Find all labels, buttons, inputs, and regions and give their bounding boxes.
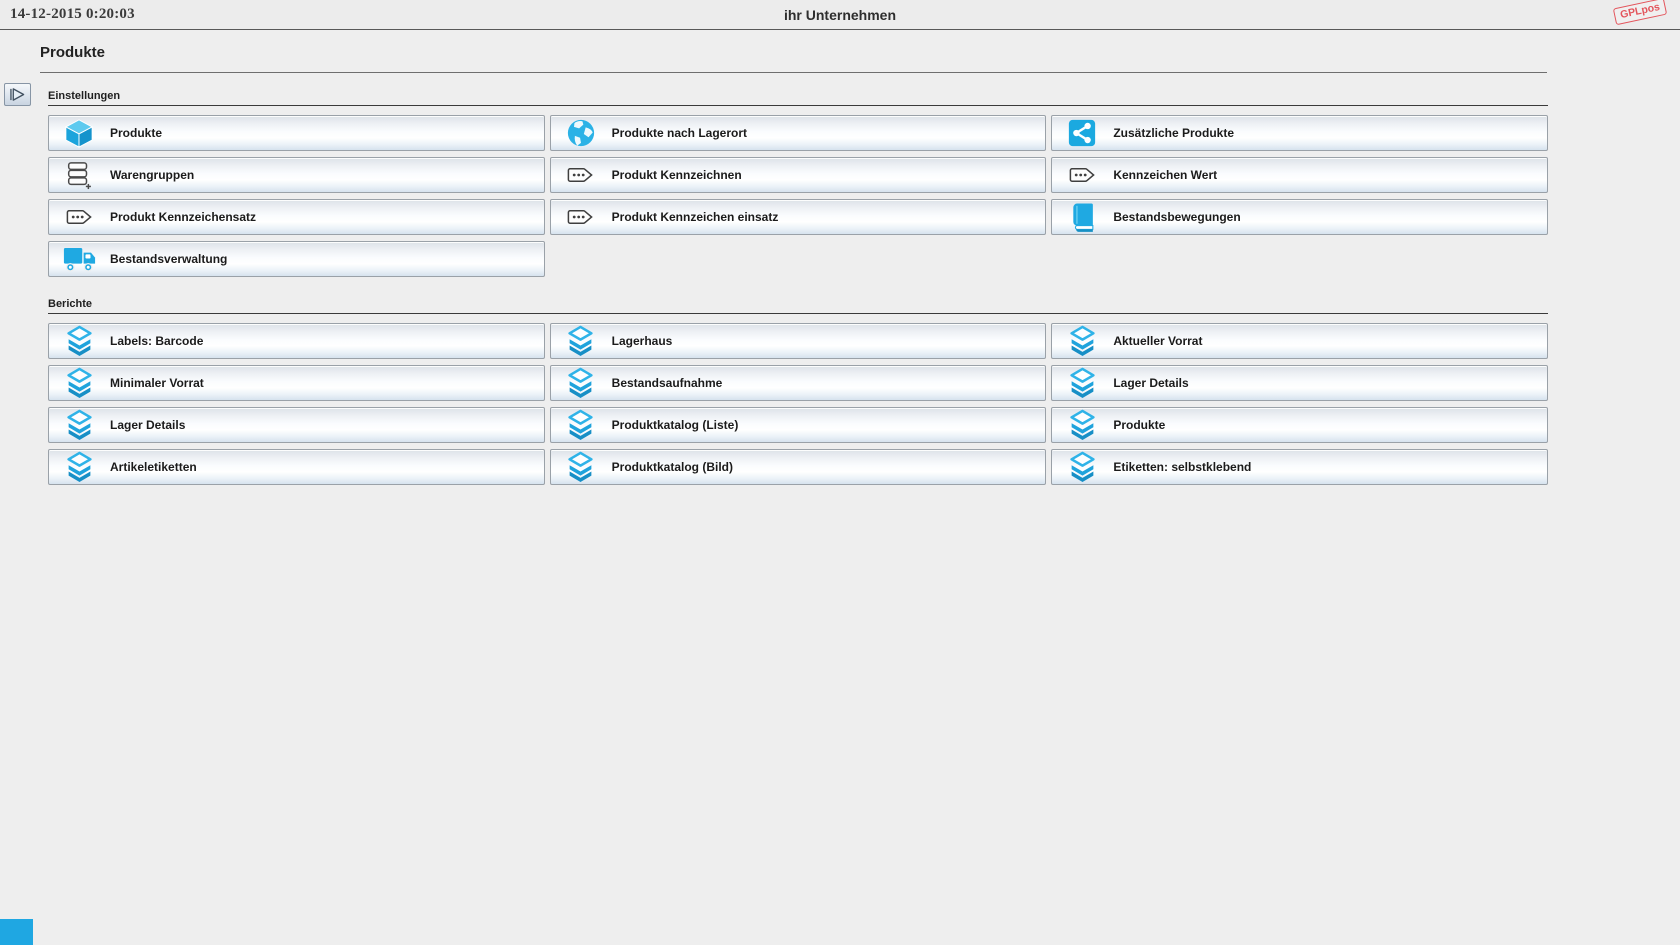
- gplpos-logo: GPLpos: [1612, 0, 1668, 26]
- button-label: Produkte: [110, 126, 163, 140]
- button-produktkatalog-liste[interactable]: Produktkatalog (Liste): [549, 407, 1047, 443]
- layers-icon: [1064, 451, 1100, 483]
- button-bestandsaufnahme[interactable]: Bestandsaufnahme: [549, 365, 1047, 401]
- button-label: Produkt Kennzeichen einsatz: [611, 210, 779, 224]
- button-label: Labels: Barcode: [110, 334, 204, 348]
- tag-dots-icon: [1064, 167, 1100, 183]
- button-label: Bestandsbewegungen: [1113, 210, 1241, 224]
- button-bestandsbewegungen[interactable]: Bestandsbewegungen: [1051, 199, 1548, 235]
- button-label: Bestandsverwaltung: [110, 252, 228, 266]
- button-label: Aktueller Vorrat: [1113, 334, 1203, 348]
- button-label: Produkt Kennzeichnen: [611, 168, 742, 182]
- button-label: Produktkatalog (Liste): [611, 418, 739, 432]
- share-icon: [1064, 118, 1100, 148]
- button-artikeletiketten[interactable]: Artikeletiketten: [48, 449, 545, 485]
- button-lager-details[interactable]: Lager Details: [1051, 365, 1548, 401]
- clock-datetime: 14-12-2015 0:20:03: [10, 6, 135, 22]
- layers-icon: [1064, 325, 1100, 357]
- layers-icon: [61, 451, 97, 483]
- layers-icon: [61, 409, 97, 441]
- button-minimaler-vorrat[interactable]: Minimaler Vorrat: [48, 365, 545, 401]
- button-grid: Labels: Barcode Lagerhaus Aktueller Vorrat…: [48, 323, 1548, 485]
- section-berichte: Berichte Labels: Barcode Lagerhaus Aktuelle…: [48, 298, 1548, 485]
- section-label: Einstellungen: [48, 90, 1548, 106]
- layers-icon: [563, 451, 599, 483]
- button-aktueller-vorrat[interactable]: Aktueller Vorrat: [1051, 323, 1548, 359]
- tag-dots-icon: [61, 209, 97, 225]
- button-label: Produktkatalog (Bild): [611, 460, 733, 474]
- button-etiketten-selbstklebend[interactable]: Etiketten: selbstklebend: [1051, 449, 1548, 485]
- stack-add-icon: [61, 160, 97, 190]
- layers-icon: [563, 409, 599, 441]
- button-produkt-kennzeichnen[interactable]: Produkt Kennzeichnen: [549, 157, 1047, 193]
- button-label: Produkt Kennzeichensatz: [110, 210, 257, 224]
- button-produkte-nach-lagerort[interactable]: Produkte nach Lagerort: [549, 115, 1047, 151]
- globe-icon: [563, 118, 599, 148]
- button-produkte[interactable]: Produkte: [48, 115, 545, 151]
- expand-menu-button[interactable]: [4, 83, 31, 106]
- button-warengruppen[interactable]: Warengruppen: [48, 157, 545, 193]
- button-produkte[interactable]: Produkte: [1051, 407, 1548, 443]
- tag-dots-icon: [563, 209, 599, 225]
- button-label: Produkte nach Lagerort: [611, 126, 748, 140]
- button-label: Artikeletiketten: [110, 460, 197, 474]
- book-icon: [1064, 202, 1100, 233]
- tag-dots-icon: [563, 167, 599, 183]
- button-label: Etiketten: selbstklebend: [1113, 460, 1252, 474]
- layers-icon: [563, 325, 599, 357]
- button-label: Minimaler Vorrat: [110, 376, 204, 390]
- button-grid: Produkte Produkte nach Lagerort Zusätzlich…: [48, 115, 1548, 277]
- layers-icon: [1064, 367, 1100, 399]
- button-produkt-kennzeichensatz[interactable]: Produkt Kennzeichensatz: [48, 199, 545, 235]
- button-lagerhaus[interactable]: Lagerhaus: [549, 323, 1047, 359]
- button-kennzeichen-wert[interactable]: Kennzeichen Wert: [1051, 157, 1548, 193]
- topbar: 14-12-2015 0:20:03 ihr Unternehmen GPLpo…: [0, 0, 1680, 30]
- page-title: Produkte: [40, 44, 106, 61]
- bottom-left-blue-square[interactable]: [0, 919, 33, 945]
- button-label: Zusätzliche Produkte: [1113, 126, 1235, 140]
- button-zusätzliche-produkte[interactable]: Zusätzliche Produkte: [1051, 115, 1548, 151]
- button-produkt-kennzeichen-einsatz[interactable]: Produkt Kennzeichen einsatz: [549, 199, 1047, 235]
- button-label: Lagerhaus: [611, 334, 673, 348]
- button-produktkatalog-bild[interactable]: Produktkatalog (Bild): [549, 449, 1047, 485]
- button-lager-details[interactable]: Lager Details: [48, 407, 545, 443]
- section-einstellungen: Einstellungen Produkte Produkte nach Lager…: [48, 90, 1548, 277]
- button-label: Warengruppen: [110, 168, 195, 182]
- button-bestandsverwaltung[interactable]: Bestandsverwaltung: [48, 241, 545, 277]
- section-label: Berichte: [48, 298, 1548, 314]
- button-label: Produkte: [1113, 418, 1166, 432]
- title-divider: [40, 72, 1547, 73]
- layers-icon: [61, 367, 97, 399]
- menu-panel: Einstellungen Produkte Produkte nach Lager…: [48, 90, 1548, 485]
- truck-icon: [61, 245, 97, 273]
- company-name: ihr Unternehmen: [783, 6, 896, 23]
- button-label: Bestandsaufnahme: [611, 376, 723, 390]
- button-labels-barcode[interactable]: Labels: Barcode: [48, 323, 545, 359]
- layers-icon: [1064, 409, 1100, 441]
- cube-icon: [61, 118, 97, 148]
- layers-icon: [61, 325, 97, 357]
- layers-icon: [563, 367, 599, 399]
- button-label: Kennzeichen Wert: [1113, 168, 1218, 182]
- button-label: Lager Details: [1113, 376, 1189, 390]
- button-label: Lager Details: [110, 418, 186, 432]
- play-icon: [9, 87, 26, 102]
